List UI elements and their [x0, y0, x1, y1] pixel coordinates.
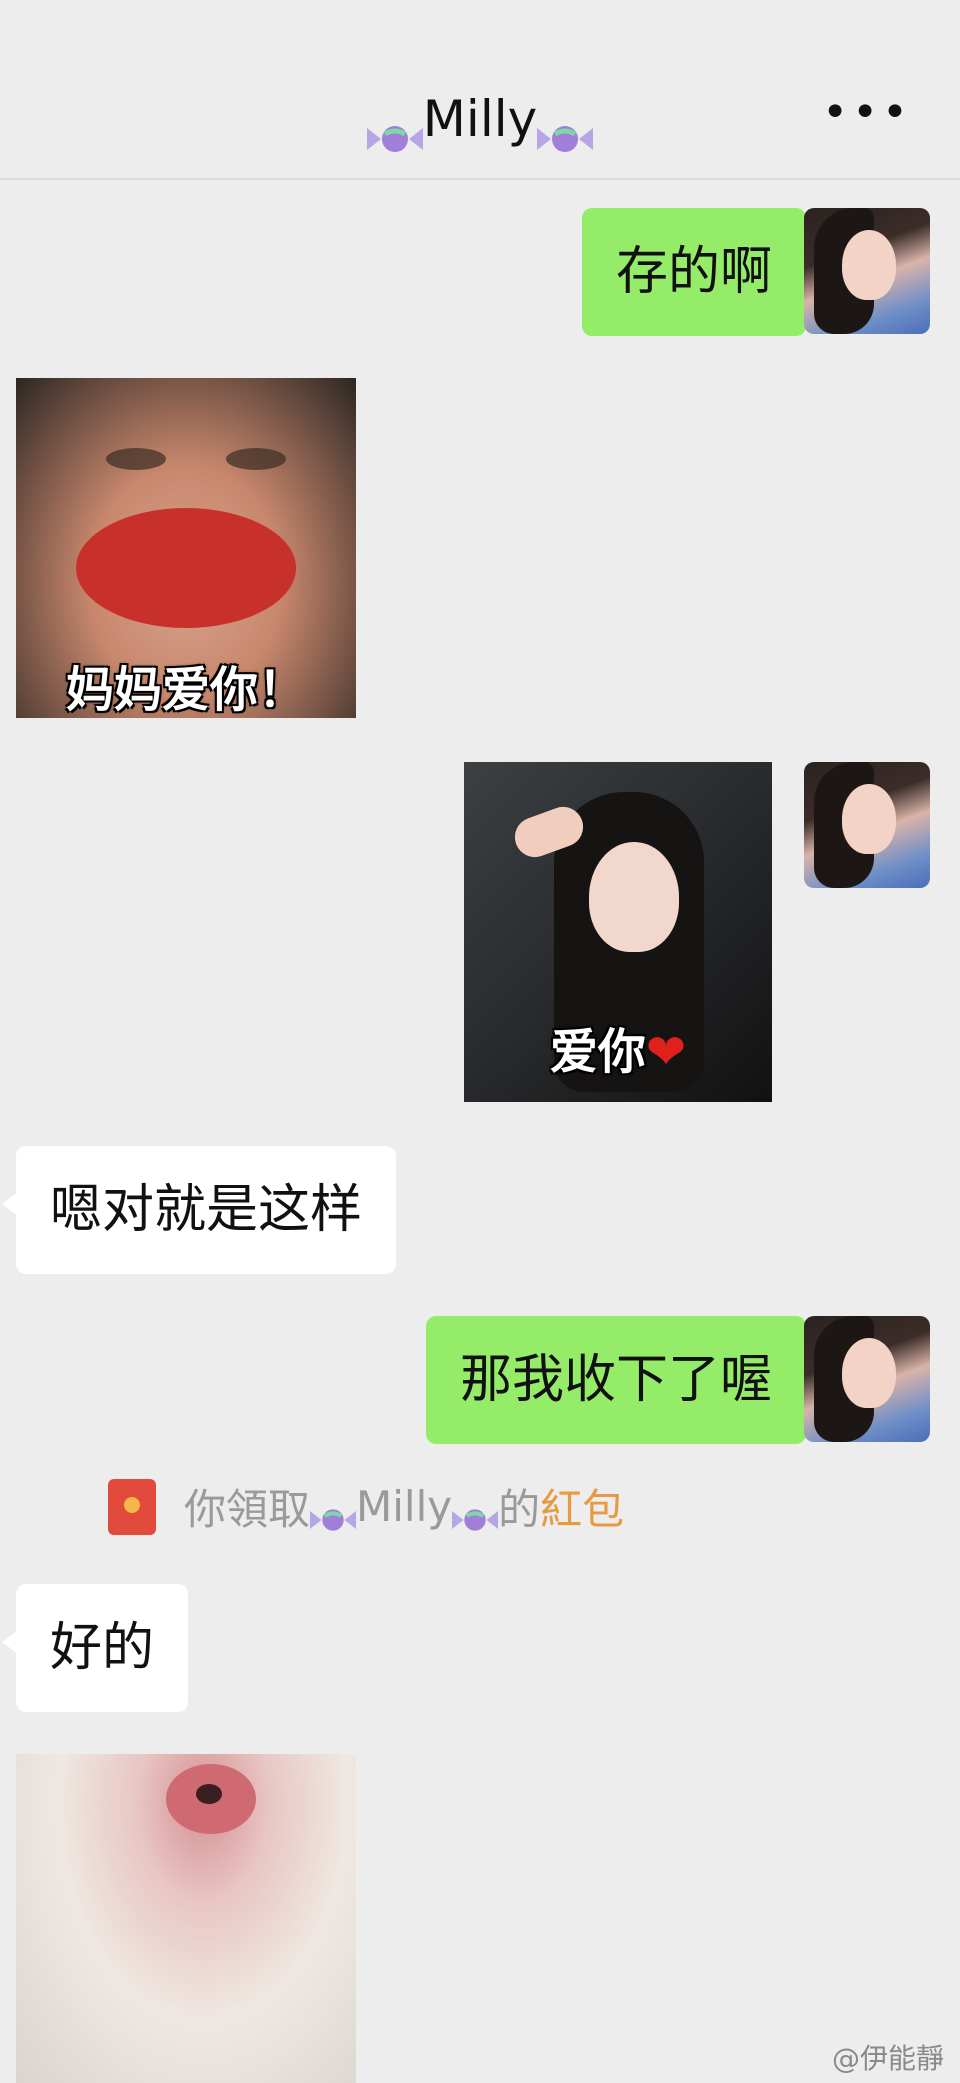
message-bubble-received[interactable]: 嗯对就是这样 [1, 1146, 397, 1274]
message-bubble-received[interactable]: 好的 [1, 1584, 189, 1712]
sticker-caption: 妈妈爱你！ [65, 662, 306, 718]
notice-prefix: 你領取 [184, 1485, 311, 1534]
avatar[interactable] [804, 208, 930, 334]
watermark: @伊能靜 [831, 2042, 944, 2075]
candy-icon [452, 1494, 499, 1531]
sticker-caption: 爱你❤ [549, 1024, 687, 1080]
red-packet-icon [108, 1478, 156, 1535]
sticker-lips-image[interactable]: 妈妈爱你！ [16, 378, 356, 718]
avatar[interactable] [804, 1316, 930, 1442]
candy-icon [310, 1494, 357, 1531]
notice-mid: 的 [498, 1485, 541, 1534]
chat-title-text: Milly [422, 90, 538, 148]
avatar[interactable] [804, 762, 930, 888]
chat-title: Milly [0, 90, 960, 152]
candy-icon [537, 108, 594, 152]
message-bubble-sent[interactable]: 存的啊 [581, 208, 821, 336]
sticker-cat-image[interactable] [16, 1754, 356, 2083]
sticker-love-image[interactable]: 爱你❤ [464, 762, 772, 1102]
more-options-button[interactable]: ••• [822, 91, 912, 135]
message-bubble-sent[interactable]: 那我收下了喔 [425, 1316, 821, 1444]
candy-icon [366, 108, 423, 152]
red-packet-notice: 你領取 Milly 的 紅包 [108, 1476, 624, 1537]
notice-name: Milly [356, 1482, 453, 1531]
red-packet-link[interactable]: 紅包 [540, 1476, 624, 1537]
